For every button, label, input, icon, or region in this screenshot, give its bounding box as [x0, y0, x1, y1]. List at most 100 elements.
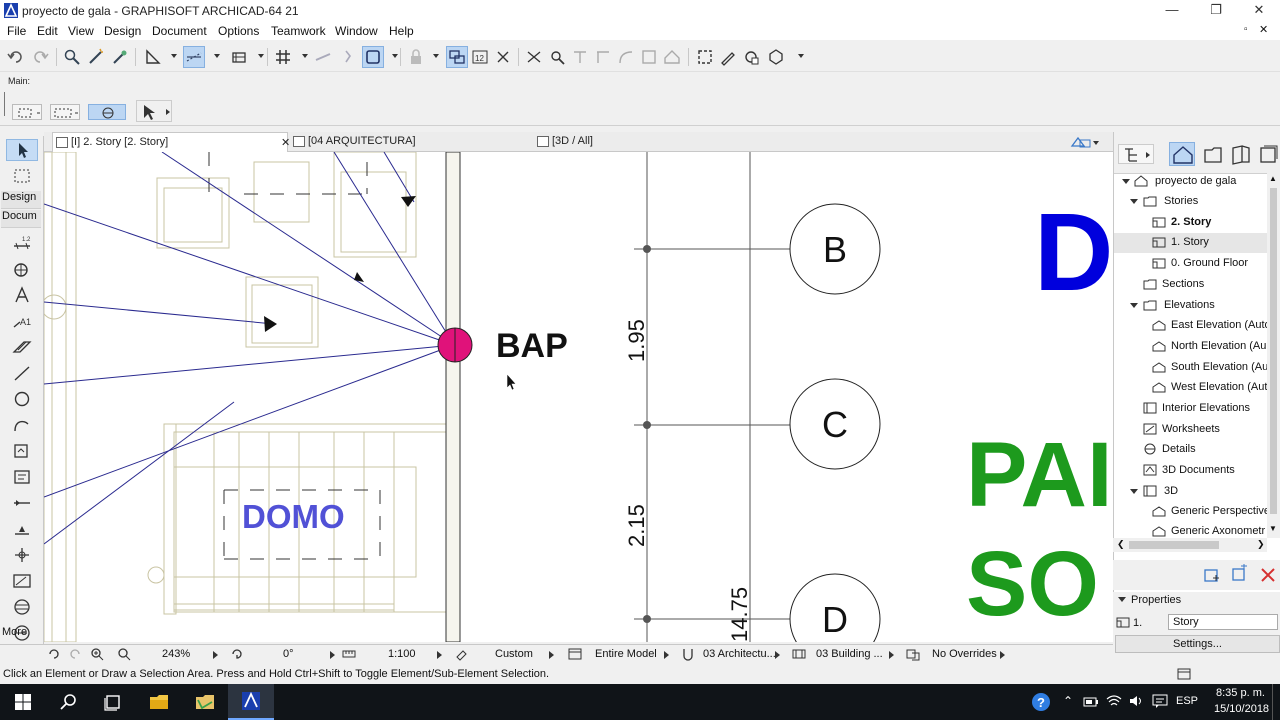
fill-tool[interactable]: [6, 336, 38, 358]
spline-tool[interactable]: [6, 414, 38, 436]
snap-guides-button[interactable]: [228, 46, 250, 68]
tree-elevations[interactable]: Elevations: [1130, 296, 1272, 316]
settings-button[interactable]: Settings...: [1115, 635, 1280, 653]
line-tool[interactable]: [6, 362, 38, 384]
magic-wand-button[interactable]: [85, 46, 107, 68]
grid-snap-button[interactable]: [272, 46, 294, 68]
tree-sections[interactable]: Sections: [1143, 275, 1273, 295]
menu-design[interactable]: Design: [104, 24, 141, 38]
menubar-close-icon[interactable]: ✕: [1259, 23, 1268, 36]
tree-project-root[interactable]: proyecto de gala: [1122, 172, 1272, 192]
fit-window-icon[interactable]: [117, 647, 131, 661]
tree-interior-elevations[interactable]: Interior Elevations: [1143, 399, 1273, 419]
view-map-button[interactable]: [1200, 142, 1226, 166]
tree-worksheets[interactable]: Worksheets: [1143, 420, 1273, 440]
menu-view[interactable]: View: [68, 24, 94, 38]
drawing-tool[interactable]: [6, 466, 38, 488]
menu-help[interactable]: Help: [389, 24, 414, 38]
tree-3d[interactable]: 3D: [1130, 482, 1272, 502]
scroll-up-icon[interactable]: ▲: [1269, 174, 1277, 183]
model-view-value[interactable]: Entire Model: [595, 648, 657, 660]
scroll-left-icon[interactable]: ❮: [1117, 539, 1125, 550]
scroll-thumb[interactable]: [1270, 188, 1277, 514]
circle-tool[interactable]: [6, 388, 38, 410]
tree-0-ground-floor[interactable]: 0. Ground Floor: [1152, 254, 1274, 274]
zoom-value[interactable]: 243%: [162, 648, 190, 660]
trim-button[interactable]: [592, 46, 614, 68]
section-tool[interactable]: [6, 492, 38, 514]
battery-icon[interactable]: [1083, 696, 1099, 708]
rotate-view-icon[interactable]: [230, 647, 244, 661]
scroll-down-icon[interactable]: ▼: [1269, 524, 1277, 533]
scale-value[interactable]: 1:100: [388, 648, 416, 660]
layer-combination-value[interactable]: 03 Architectu...: [703, 648, 776, 660]
menu-file[interactable]: File: [7, 24, 26, 38]
panel-toggle-icon[interactable]: [1175, 665, 1193, 683]
scale-icon[interactable]: [342, 647, 356, 661]
notification-icon[interactable]: [1152, 694, 1168, 708]
structure-display-value[interactable]: 03 Building ...: [816, 648, 883, 660]
label-tool[interactable]: A1: [6, 310, 38, 332]
redo-zoom-icon[interactable]: [68, 647, 82, 661]
tree-3d-documents[interactable]: 3D Documents: [1143, 461, 1273, 481]
cross-hair-button[interactable]: [492, 46, 514, 68]
document-tab[interactable]: Docum: [1, 210, 41, 228]
pen-set-icon[interactable]: [455, 647, 469, 661]
layout-button[interactable]: [694, 46, 716, 68]
close-tab-icon[interactable]: ✕: [281, 136, 290, 149]
task-view-button[interactable]: [90, 684, 136, 720]
publisher-sets-button[interactable]: [1256, 142, 1280, 166]
detail-tool[interactable]: [6, 596, 38, 618]
properties-header[interactable]: Properties: [1113, 594, 1280, 610]
elevation-tool[interactable]: [6, 518, 38, 540]
selection-window-button[interactable]: [50, 104, 80, 120]
ruler-tool-button[interactable]: [142, 46, 164, 68]
start-button[interactable]: [0, 684, 46, 720]
wifi-icon[interactable]: [1106, 694, 1122, 708]
relative-construction-button[interactable]: [336, 46, 358, 68]
menu-edit[interactable]: Edit: [37, 24, 58, 38]
project-map-button[interactable]: [1169, 142, 1195, 166]
eyedropper-button[interactable]: [109, 46, 131, 68]
tree-details[interactable]: Details: [1143, 440, 1273, 460]
tab-options-button[interactable]: [1070, 134, 1100, 150]
tree-east-elevation[interactable]: East Elevation (Auto: [1152, 316, 1268, 336]
volume-icon[interactable]: [1129, 694, 1145, 708]
tree-stories[interactable]: Stories: [1130, 192, 1272, 212]
orientation-value[interactable]: 0°: [283, 648, 294, 660]
arrow-tool-button[interactable]: [136, 100, 172, 122]
fillet-button[interactable]: [615, 46, 637, 68]
search-button[interactable]: [46, 684, 92, 720]
property-name-field[interactable]: Story: [1168, 614, 1278, 630]
level-dimension-tool[interactable]: [6, 258, 38, 280]
split-button[interactable]: [523, 46, 545, 68]
redo-button[interactable]: [29, 46, 51, 68]
new-viewpoint-icon[interactable]: [1203, 566, 1221, 584]
suspend-groups-button[interactable]: [362, 46, 384, 68]
lock-button[interactable]: [405, 46, 427, 68]
tab-3d-all[interactable]: [3D / All]: [534, 132, 774, 152]
hotspot-tool[interactable]: [6, 440, 38, 462]
marquee-tool[interactable]: [6, 165, 38, 187]
text-tool[interactable]: [6, 284, 38, 306]
intersect-button[interactable]: [569, 46, 591, 68]
clock-time[interactable]: 8:35 p. m.: [1216, 687, 1265, 699]
graphic-override-icon[interactable]: [906, 647, 920, 661]
change-button[interactable]: [638, 46, 660, 68]
render-button[interactable]: [765, 46, 787, 68]
tree-generic-perspective[interactable]: Generic Perspective: [1152, 502, 1268, 522]
zoom-in-icon[interactable]: [90, 647, 104, 661]
roof-button[interactable]: [661, 46, 683, 68]
arrow-tool[interactable]: [6, 139, 38, 161]
more-tools-button[interactable]: More: [1, 626, 41, 644]
graphic-override-value[interactable]: No Overrides: [932, 648, 997, 660]
undo-zoom-icon[interactable]: [47, 647, 61, 661]
tree-west-elevation[interactable]: West Elevation (Aut: [1152, 378, 1268, 398]
adjust-button[interactable]: [546, 46, 568, 68]
menu-document[interactable]: Document: [152, 24, 207, 38]
tab-2-story[interactable]: [I] 2. Story [2. Story] ✕: [52, 132, 290, 152]
clock-date[interactable]: 15/10/2018: [1214, 703, 1269, 715]
scroll-right-icon[interactable]: ❯: [1257, 539, 1265, 550]
worksheet-tool[interactable]: [6, 570, 38, 592]
navigator-vertical-scrollbar[interactable]: ▲ ▼: [1267, 172, 1280, 538]
